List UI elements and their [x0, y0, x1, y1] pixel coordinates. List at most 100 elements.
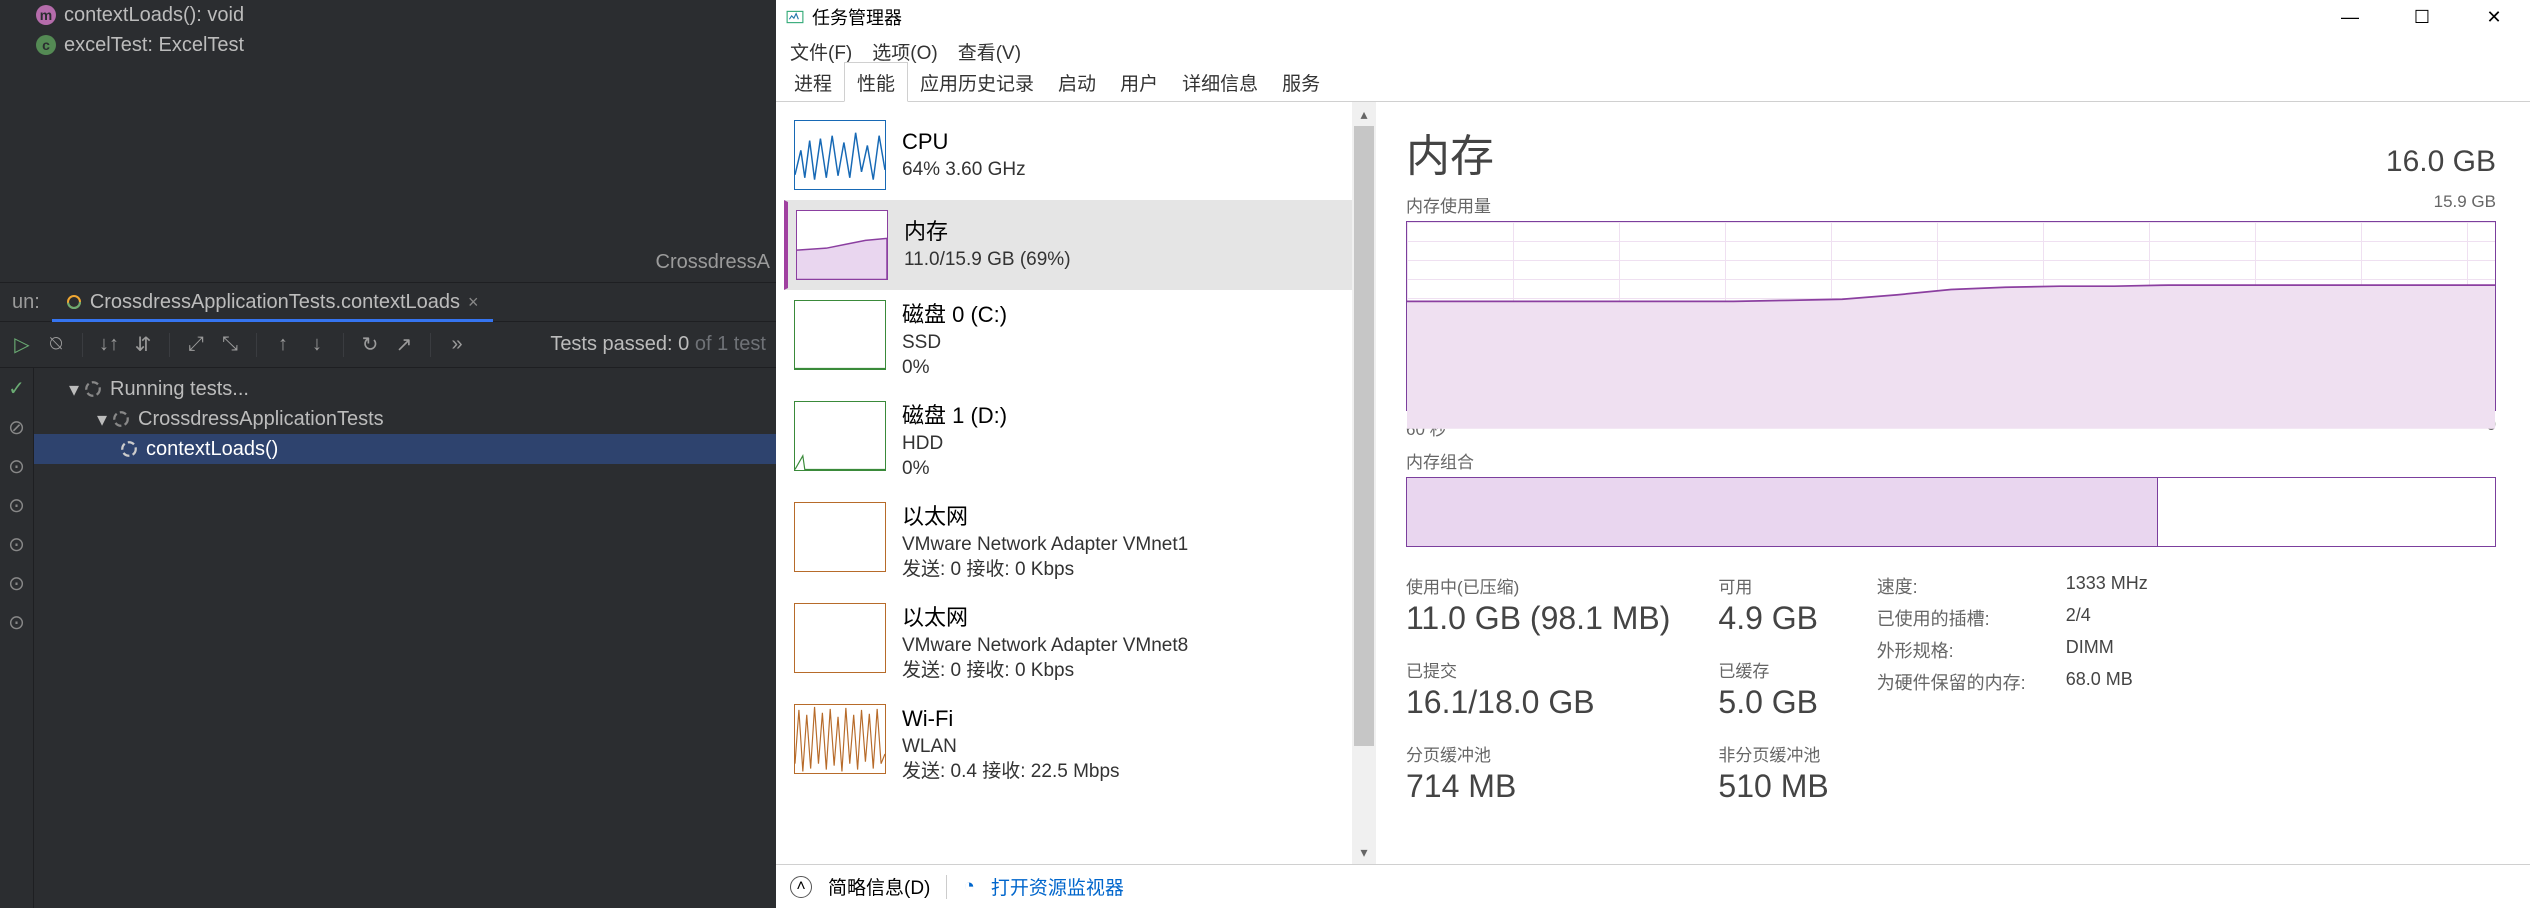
dot-icon[interactable]: ⊙	[8, 610, 25, 635]
spinner-icon	[84, 380, 102, 398]
kv-value: 68.0 MB	[2066, 669, 2148, 695]
tab-services[interactable]: 服务	[1270, 63, 1332, 101]
test-case[interactable]: contextLoads()	[34, 434, 776, 464]
stop-icon[interactable]: ⍉	[44, 333, 68, 356]
perf-line3: 发送: 0.4 接收: 22.5 Mbps	[902, 759, 1120, 785]
open-resource-monitor[interactable]: 打开资源监视器	[991, 873, 1124, 900]
perf-item-eth1[interactable]: 以太网 VMware Network Adapter VMnet1 发送: 0 …	[784, 492, 1376, 593]
stat-label: 非分页缓冲池	[1718, 741, 1828, 766]
scrollbar-thumb[interactable]	[1354, 126, 1374, 746]
dot-icon[interactable]: ⊙	[8, 493, 25, 518]
stat-label: 已缓存	[1718, 657, 1828, 682]
stat-label: 分页缓冲池	[1406, 741, 1670, 766]
perf-name: 内存	[904, 217, 1071, 247]
perf-item-text: 磁盘 1 (D:) HDD 0%	[902, 401, 1007, 482]
perf-line2: HDD	[902, 431, 1007, 457]
minimize-button[interactable]: —	[2314, 0, 2386, 34]
test-status-passed: Tests passed: 0	[550, 333, 689, 355]
stat-value: 11.0 GB (98.1 MB)	[1406, 600, 1670, 637]
rerun-icon[interactable]: ▷	[10, 332, 34, 357]
collapse-icon[interactable]: ⤡	[218, 333, 242, 356]
test-status: Tests passed: 0 of 1 test	[550, 333, 766, 356]
test-case-label: contextLoads()	[146, 438, 278, 461]
perf-item-memory[interactable]: 内存 11.0/15.9 GB (69%)	[784, 200, 1376, 290]
test-status-total: of 1 test	[689, 333, 766, 355]
maximize-button[interactable]: ☐	[2386, 0, 2458, 34]
tab-app-history[interactable]: 应用历史记录	[908, 63, 1046, 101]
structure-item-method[interactable]: m contextLoads(): void	[0, 0, 776, 30]
menu-options[interactable]: 选项(O)	[872, 38, 937, 65]
perf-item-wifi[interactable]: Wi-Fi WLAN 发送: 0.4 接收: 22.5 Mbps	[784, 694, 1376, 795]
dot-icon[interactable]: ⊙	[8, 571, 25, 596]
brief-link[interactable]: 简略信息(D)	[828, 873, 930, 900]
tab-performance[interactable]: 性能	[844, 62, 908, 102]
memory-thumb-icon	[796, 210, 888, 280]
perf-item-cpu[interactable]: CPU 64% 3.60 GHz	[784, 110, 1376, 200]
perf-item-text: CPU 64% 3.60 GHz	[902, 120, 1026, 190]
breadcrumb: CrossdressA	[656, 251, 770, 274]
test-root[interactable]: ▾ Running tests...	[34, 374, 776, 404]
next-icon[interactable]: ↓	[305, 333, 329, 356]
scrollbar[interactable]: ▴ ▾	[1352, 102, 1376, 864]
class-icon: c	[36, 35, 56, 55]
tab-processes[interactable]: 进程	[782, 63, 844, 101]
scroll-up-icon[interactable]: ▴	[1352, 102, 1376, 126]
structure-item-class[interactable]: c excelTest: ExcelTest	[0, 30, 776, 60]
perf-name: 以太网	[902, 502, 1188, 532]
expand-icon[interactable]: ⤢	[184, 333, 208, 356]
stat-nonpaged: 非分页缓冲池 510 MB	[1718, 741, 1828, 805]
kv-key: 外形规格:	[1877, 637, 2026, 663]
run-tool-tabs: un: CrossdressApplicationTests.contextLo…	[0, 282, 776, 322]
tab-strip: 进程 性能 应用历史记录 启动 用户 详细信息 服务	[776, 68, 2530, 102]
filter-icon[interactable]: ⇵	[131, 332, 155, 357]
collapse-icon[interactable]: ˄	[790, 876, 812, 898]
perf-item-disk0[interactable]: 磁盘 0 (C:) SSD 0%	[784, 290, 1376, 391]
tab-startup[interactable]: 启动	[1046, 63, 1108, 101]
kv-value: 2/4	[2066, 605, 2148, 631]
divider	[430, 333, 431, 357]
test-suite[interactable]: ▾ CrossdressApplicationTests	[34, 404, 776, 434]
stat-value: 16.1/18.0 GB	[1406, 684, 1670, 721]
tab-users[interactable]: 用户	[1108, 63, 1170, 101]
more-icon[interactable]: »	[445, 333, 469, 356]
divider	[343, 333, 344, 357]
menu-view[interactable]: 查看(V)	[958, 38, 1021, 65]
perf-item-disk1[interactable]: 磁盘 1 (D:) HDD 0%	[784, 391, 1376, 492]
run-config-tab[interactable]: CrossdressApplicationTests.contextLoads …	[52, 283, 493, 321]
prev-icon[interactable]: ↑	[271, 333, 295, 356]
dot-icon[interactable]: ⊘	[8, 415, 25, 440]
stat-paged: 分页缓冲池 714 MB	[1406, 741, 1670, 805]
window-title: 任务管理器	[812, 4, 902, 30]
perf-name: 以太网	[902, 603, 1188, 633]
history-icon[interactable]: ↻	[358, 332, 382, 357]
title-bar[interactable]: 任务管理器 — ☐ ✕	[776, 0, 2530, 34]
perf-item-text: 以太网 VMware Network Adapter VMnet1 发送: 0 …	[902, 502, 1188, 583]
stat-cached: 已缓存 5.0 GB	[1718, 657, 1828, 721]
ok-icon[interactable]: ✓	[8, 376, 25, 401]
tab-details[interactable]: 详细信息	[1170, 63, 1270, 101]
perf-line3: 发送: 0 接收: 0 Kbps	[902, 658, 1188, 684]
kv-key: 速度:	[1877, 573, 2026, 599]
detail-kv: 速度:1333 MHz 已使用的插槽:2/4 外形规格:DIMM 为硬件保留的内…	[1877, 573, 2148, 805]
divider	[256, 333, 257, 357]
structure-label: contextLoads(): void	[64, 4, 244, 27]
test-root-label: Running tests...	[110, 378, 249, 401]
close-icon[interactable]: ×	[468, 292, 479, 313]
test-tree: ▾ Running tests... ▾ CrossdressApplicati…	[34, 368, 776, 908]
scroll-down-icon[interactable]: ▾	[1352, 840, 1376, 864]
export-icon[interactable]: ↗	[392, 332, 416, 357]
close-button[interactable]: ✕	[2458, 0, 2530, 34]
detail-title: 内存	[1406, 120, 1494, 184]
dot-icon[interactable]: ⊙	[8, 532, 25, 557]
stat-available: 可用 4.9 GB	[1718, 573, 1828, 637]
menu-file[interactable]: 文件(F)	[790, 38, 852, 65]
method-icon: m	[36, 5, 56, 25]
performance-main: CPU 64% 3.60 GHz 内存 11.0/15.9 GB (69%)	[776, 102, 2530, 864]
sort-icon[interactable]: ↓↑	[97, 333, 121, 356]
disk-thumb-icon	[794, 300, 886, 370]
dot-icon[interactable]: ⊙	[8, 454, 25, 479]
detail-stats: 使用中(已压缩) 11.0 GB (98.1 MB) 已提交 16.1/18.0…	[1406, 573, 2496, 805]
run-icon	[66, 294, 82, 310]
perf-item-eth8[interactable]: 以太网 VMware Network Adapter VMnet8 发送: 0 …	[784, 593, 1376, 694]
perf-name: CPU	[902, 127, 1026, 157]
